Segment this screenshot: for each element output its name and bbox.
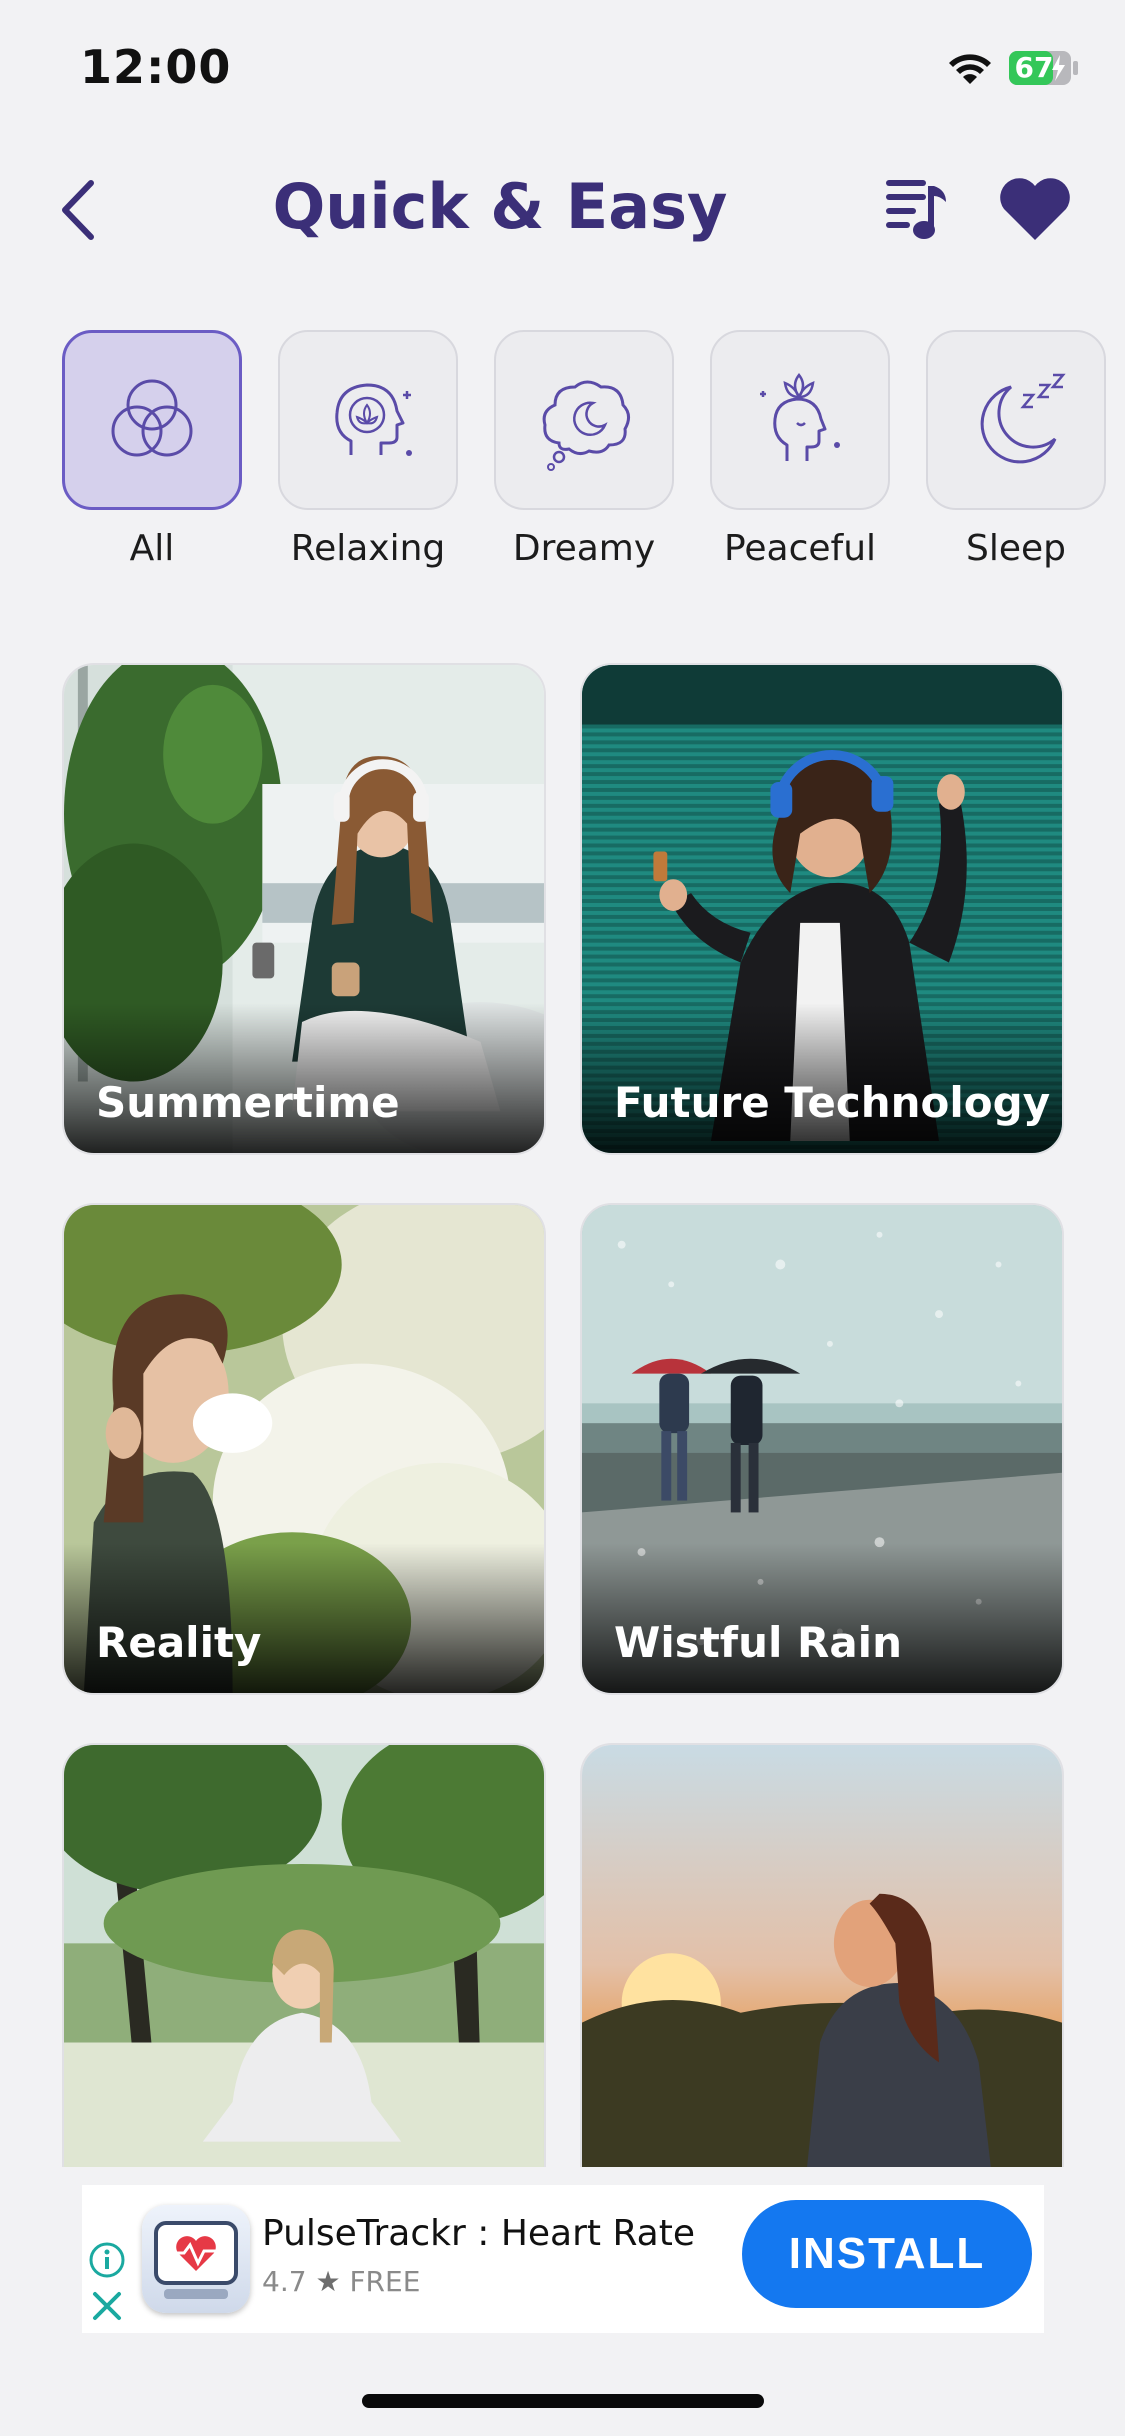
- category-label: Relaxing: [290, 528, 446, 569]
- ad-banner[interactable]: PulseTrackr : Heart Rate 4.7 ★ FREE INST…: [82, 2185, 1044, 2333]
- star-icon: ★: [315, 2265, 341, 2298]
- battery-level: 67: [1014, 51, 1054, 84]
- card-title: Future Technology: [614, 1078, 1051, 1127]
- home-indicator[interactable]: [362, 2394, 764, 2408]
- page-title: Quick & Easy: [272, 170, 728, 243]
- card-image: [582, 1745, 1062, 2167]
- ad-app-name[interactable]: PulseTrackr : Heart Rate: [262, 2213, 695, 2254]
- back-icon[interactable]: [55, 175, 99, 245]
- playlist-icon[interactable]: [880, 172, 952, 242]
- category-sleep-tile[interactable]: [926, 330, 1106, 510]
- wifi-icon: [949, 54, 991, 84]
- install-button[interactable]: INSTALL: [742, 2200, 1032, 2308]
- card-title: Summertime: [96, 1078, 400, 1127]
- category-all[interactable]: All: [62, 330, 242, 580]
- heart-icon[interactable]: [996, 174, 1074, 244]
- category-label: Dreamy: [512, 528, 656, 569]
- category-label: Sleep: [965, 528, 1066, 569]
- card-wistful-rain[interactable]: Wistful Rain: [580, 1203, 1064, 1695]
- card-summertime[interactable]: Summertime: [62, 663, 546, 1155]
- card-title: Reality: [96, 1618, 262, 1667]
- cloud-moon-icon: [542, 380, 630, 471]
- category-all-tile[interactable]: [62, 330, 242, 510]
- ad-price: FREE: [349, 2265, 421, 2298]
- ad-rating: 4.7 ★ FREE: [262, 2265, 420, 2298]
- app-icon: [142, 2205, 250, 2313]
- category-relaxing-tile[interactable]: [278, 330, 458, 510]
- circles-icon: [111, 379, 193, 457]
- status-bar: 12:00 67: [0, 0, 1125, 135]
- category-filter: All Relaxing Dreamy Peaceful Sleep: [62, 330, 1125, 580]
- category-relaxing[interactable]: Relaxing: [278, 330, 458, 580]
- moon-zzz-icon: [980, 373, 1066, 464]
- category-dreamy[interactable]: Dreamy: [494, 330, 674, 580]
- info-icon[interactable]: [88, 2241, 126, 2279]
- card-reality[interactable]: Reality: [62, 1203, 546, 1695]
- card-title: Wistful Rain: [614, 1618, 902, 1667]
- card-meditation[interactable]: [62, 1743, 546, 2167]
- category-peaceful[interactable]: Peaceful: [710, 330, 890, 580]
- card-future-technology[interactable]: Future Technology: [580, 663, 1064, 1155]
- ad-rating-value: 4.7: [262, 2265, 307, 2298]
- category-peaceful-tile[interactable]: [710, 330, 890, 510]
- grid-viewport: Summertime Future Technology Reality Wis…: [62, 663, 1064, 2167]
- card-image: [64, 1745, 544, 2167]
- card-sunset[interactable]: [580, 1743, 1064, 2167]
- head-lotus-icon: [335, 383, 412, 456]
- header: Quick & Easy: [0, 150, 1125, 270]
- category-label: All: [129, 528, 175, 569]
- category-sleep[interactable]: Sleep: [926, 330, 1106, 580]
- close-icon[interactable]: [90, 2289, 124, 2323]
- category-label: Peaceful: [723, 528, 877, 569]
- heart-monitor-icon: [154, 2221, 238, 2299]
- status-time: 12:00: [80, 40, 232, 94]
- face-lotus-icon: [760, 372, 840, 461]
- category-dreamy-tile[interactable]: [494, 330, 674, 510]
